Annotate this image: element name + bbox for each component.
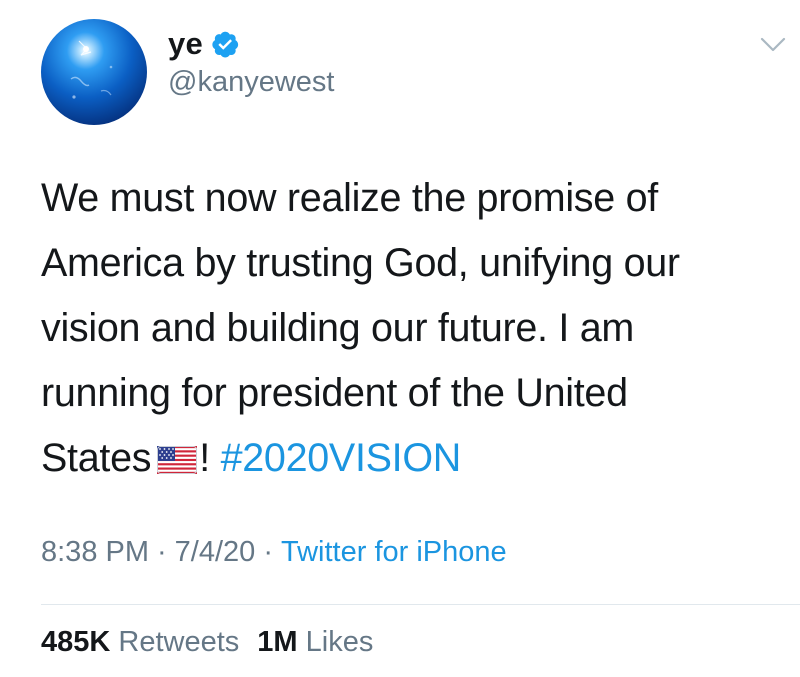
meta-separator: · [263,536,273,568]
meta-separator: · [157,536,167,568]
tweet-time: 8:38 PM [41,536,149,568]
tweet-text-line: States ! #2020VISION [41,426,781,494]
tweet-card: ye @kanyewest We must now realize the pr… [0,0,800,677]
tweet-metadata: 8:38 PM · 7/4/20 · Twitter for iPhone [41,536,507,569]
retweets-count: 485K [41,626,111,658]
author-name-row: ye [168,22,240,66]
tweet-text-line: We must now realize the promise of [41,176,658,220]
tweet-text-line: America by trusting God, unifying our [41,241,680,285]
tweet-text-segment: ! [199,436,210,480]
tweet-source-link[interactable]: Twitter for iPhone [281,536,507,568]
author-handle[interactable]: @kanyewest [168,66,334,99]
likes-count: 1M [257,626,298,658]
retweets-label: Retweets [118,626,240,658]
avatar[interactable] [41,19,147,125]
blue-planet-avatar-icon [41,19,147,125]
likes-label: Likes [305,626,374,658]
engagement-stats: 485K Retweets 1M Likes [41,626,373,659]
divider [41,604,800,605]
tweet-text-segment: States [41,436,152,480]
us-flag-icon [157,429,198,494]
chevron-down-icon[interactable] [760,36,786,54]
tweet-text-line: vision and building our future. I am [41,306,635,350]
display-name[interactable]: ye [168,26,203,62]
tweet-date: 7/4/20 [174,536,256,568]
tweet-text: We must now realize the promise of Ameri… [41,166,781,494]
verified-badge-icon [210,29,240,59]
tweet-text-line: running for president of the United [41,371,628,415]
retweets-stat[interactable]: 485K Retweets [41,626,239,658]
hashtag-link[interactable]: #2020VISION [221,436,462,480]
likes-stat[interactable]: 1M Likes [257,626,373,658]
